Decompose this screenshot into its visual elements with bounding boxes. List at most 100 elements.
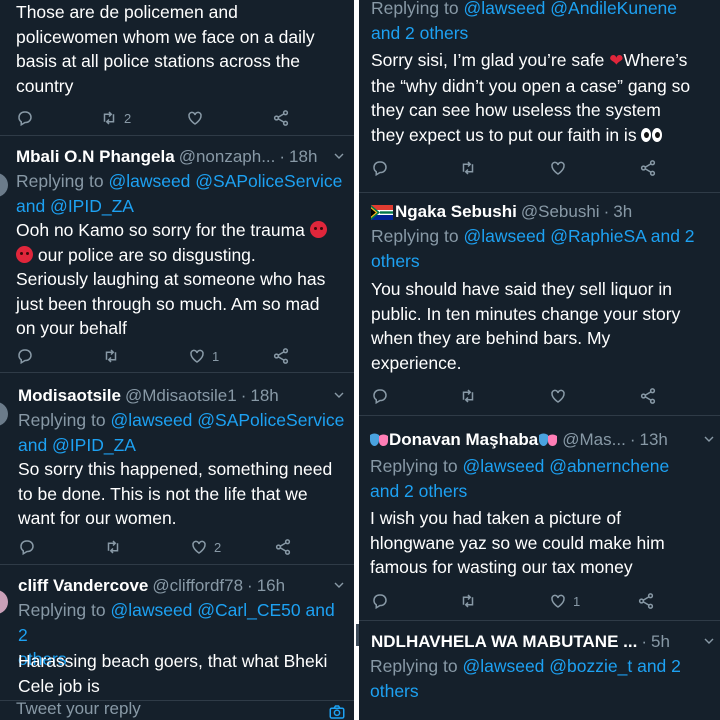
tweet-card[interactable]: cliff Vandercove @cliffordf78 · 16h Repl… xyxy=(0,566,354,720)
display-name[interactable]: Ngaka Sebushi xyxy=(395,202,517,222)
tweet-card[interactable]: Modisaotsile @Mdisaotsile1 · 18h Replyin… xyxy=(0,374,354,565)
reply-button[interactable] xyxy=(371,591,389,611)
tweet-time[interactable]: 3h xyxy=(613,202,632,222)
retweet-button[interactable] xyxy=(459,158,477,178)
chevron-down-icon[interactable] xyxy=(704,434,714,444)
tweet-actions xyxy=(359,158,720,178)
red-heart-emoji: ❤ xyxy=(609,51,624,70)
tweet-time[interactable]: 13h xyxy=(639,430,667,450)
mention-link[interactable]: others xyxy=(370,679,712,704)
user-handle[interactable]: @Sebushi xyxy=(521,202,600,222)
retweet-button[interactable] xyxy=(102,346,120,366)
display-name[interactable]: NDLHAVHELA WA MABUTANE ... xyxy=(371,632,637,652)
user-handle[interactable]: @nonzaph... xyxy=(179,147,276,167)
like-button[interactable] xyxy=(186,108,204,128)
mention-link[interactable]: @lawseed @AndileKunene xyxy=(463,0,677,18)
tweet-body-line: Where’s xyxy=(623,50,688,70)
share-icon xyxy=(640,160,656,176)
like-button[interactable]: 2 xyxy=(190,537,221,557)
reply-button[interactable] xyxy=(371,158,389,178)
mention-link[interactable]: @lawseed @RaphieSA xyxy=(463,226,645,246)
compose-placeholder[interactable]: Tweet your reply xyxy=(16,699,141,719)
chevron-down-icon[interactable] xyxy=(334,390,344,400)
tweet-time[interactable]: 5h xyxy=(651,632,670,652)
share-button[interactable] xyxy=(639,158,657,178)
separator-dot: · xyxy=(247,576,253,595)
mention-link[interactable]: @lawseed @Carl_CE50 xyxy=(110,600,300,620)
share-button[interactable] xyxy=(637,591,655,611)
replying-label: Replying to xyxy=(370,456,458,476)
tweet-body-line: they expect us to put our faith in is xyxy=(371,124,637,145)
retweet-icon xyxy=(462,594,474,608)
retweet-button[interactable] xyxy=(459,591,477,611)
user-handle[interactable]: @Mas... xyxy=(562,430,626,450)
like-count: 1 xyxy=(212,348,220,364)
like-icon xyxy=(188,111,202,125)
tweet-body-line: just been through so much. Am so mad xyxy=(16,293,320,314)
avatar[interactable] xyxy=(0,590,8,614)
share-button[interactable] xyxy=(274,537,292,557)
mention-link[interactable]: others xyxy=(371,249,712,274)
tweet-card[interactable]: Donavan Maşhaba @Mas... · 13h Replying t… xyxy=(359,417,720,621)
tweet-header: Ngaka Sebushi @Sebushi · 3h xyxy=(371,200,710,224)
user-handle[interactable]: @cliffordf78 xyxy=(152,576,243,596)
reply-icon xyxy=(18,111,32,127)
mention-link[interactable]: @lawseed @SAPoliceService xyxy=(110,410,344,430)
mention-link[interactable]: @lawseed @abnernchene xyxy=(462,456,669,476)
reply-button[interactable] xyxy=(18,537,36,557)
camera-icon[interactable] xyxy=(328,703,346,720)
like-button[interactable]: 1 xyxy=(188,346,219,366)
mention-link[interactable]: @lawseed @SAPoliceService xyxy=(108,171,342,191)
tweet-body-line: to be done. This is not the life that we xyxy=(18,483,308,504)
reply-button[interactable] xyxy=(371,386,389,406)
tweet-card[interactable]: NDLHAVHELA WA MABUTANE ... · 5h Replying… xyxy=(359,622,720,720)
like-button[interactable] xyxy=(549,386,567,406)
tweet-body: So sorry this happened, something need t… xyxy=(18,457,346,531)
mention-link[interactable]: and @IPID_ZA xyxy=(16,194,346,219)
separator-dot: · xyxy=(279,147,286,166)
mention-link[interactable]: and 2 xyxy=(651,226,695,246)
display-name[interactable]: Modisaotsile xyxy=(18,386,121,406)
share-icon xyxy=(273,110,289,126)
display-name[interactable]: Mbali O.N Phangela xyxy=(16,147,175,167)
like-button[interactable]: 1 xyxy=(549,591,580,611)
retweet-button[interactable] xyxy=(459,386,477,406)
chevron-down-icon[interactable] xyxy=(704,636,714,646)
chevron-down-icon[interactable] xyxy=(334,580,344,590)
tweet-card[interactable]: Those are de policemen and policewomen w… xyxy=(0,0,354,136)
share-button[interactable] xyxy=(272,346,290,366)
mention-link[interactable]: and @IPID_ZA xyxy=(18,433,346,458)
share-icon xyxy=(275,539,291,555)
mention-link[interactable]: and 2 others xyxy=(370,479,712,504)
display-name[interactable]: cliff Vandercove xyxy=(18,576,148,596)
tweet-card[interactable]: Mbali O.N Phangela @nonzaph... · 18h Rep… xyxy=(0,137,354,373)
avatar[interactable] xyxy=(0,173,8,197)
left-screenshot-panel: Those are de policemen and policewomen w… xyxy=(0,0,354,720)
tweet-time[interactable]: 18h xyxy=(250,386,278,406)
like-icon xyxy=(192,540,206,554)
reply-compose-bar[interactable]: Tweet your reply xyxy=(0,699,354,720)
avatar[interactable] xyxy=(0,402,8,426)
mention-link[interactable]: and 2 xyxy=(637,656,681,676)
replying-label: Replying to xyxy=(18,600,106,620)
tweet-time[interactable]: 18h xyxy=(289,147,317,167)
tweet-body-line: Harassing beach goers, that what Bheki xyxy=(18,651,328,671)
share-button[interactable] xyxy=(639,386,657,406)
tweet-card[interactable]: Ngaka Sebushi @Sebushi · 3h Replying to … xyxy=(359,194,720,416)
reply-button[interactable] xyxy=(16,346,34,366)
tweet-body-line: experience. xyxy=(371,352,462,373)
share-button[interactable] xyxy=(272,108,290,128)
like-button[interactable] xyxy=(549,158,567,178)
retweet-button[interactable] xyxy=(104,537,122,557)
reply-button[interactable] xyxy=(16,108,34,128)
chevron-down-icon[interactable] xyxy=(334,151,344,161)
mention-link[interactable]: and 2 others xyxy=(371,21,712,46)
user-handle[interactable]: @Mdisaotsile1 xyxy=(125,386,237,406)
display-name[interactable]: Donavan Maşhaba xyxy=(389,430,538,450)
retweet-button[interactable]: 2 xyxy=(100,108,131,128)
tweet-card[interactable]: Replying to @lawseed @AndileKunene and 2… xyxy=(359,0,720,193)
right-screenshot-panel: Replying to @lawseed @AndileKunene and 2… xyxy=(359,0,720,720)
mention-link[interactable]: @lawseed @bozzie_t xyxy=(462,656,632,676)
tweet-time[interactable]: 16h xyxy=(257,576,285,596)
tweet-body-line: policewomen whom we face on a daily xyxy=(16,26,315,47)
